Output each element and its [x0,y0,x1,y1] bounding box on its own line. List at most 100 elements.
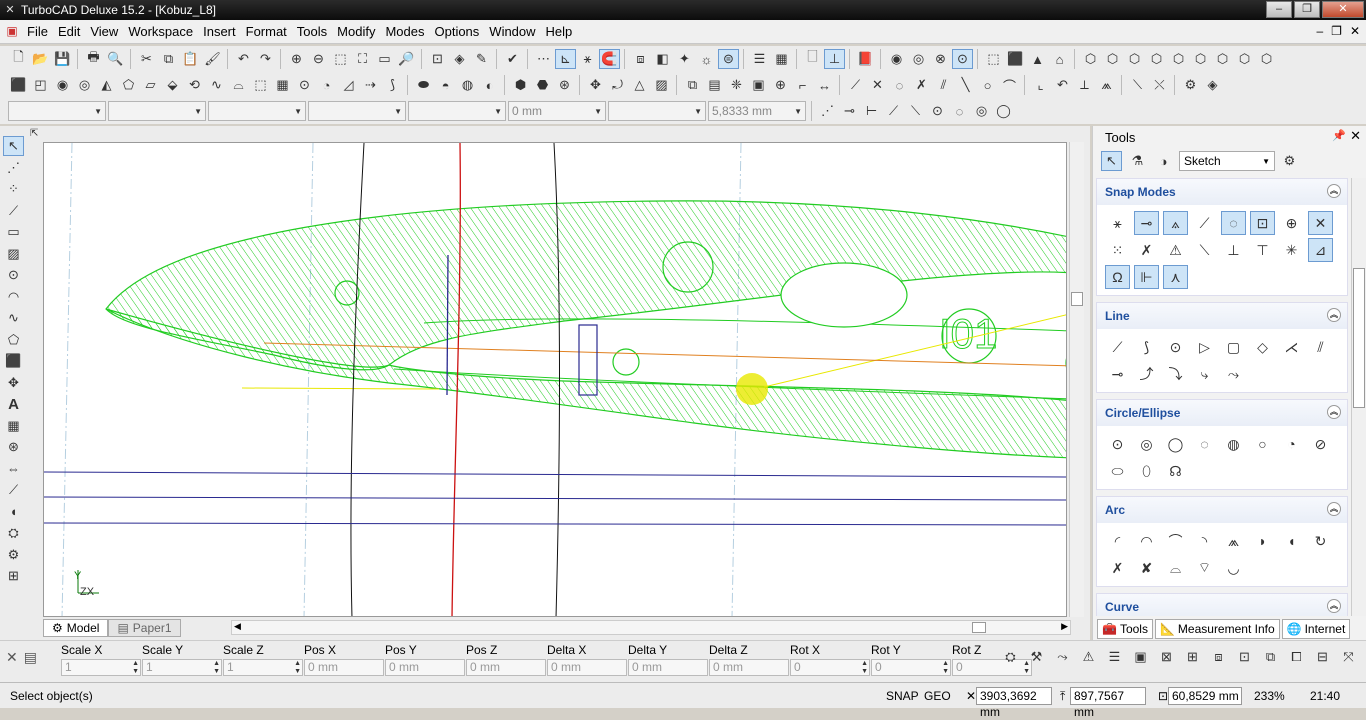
cube-icon[interactable]: ◰ [30,75,51,95]
scroll-right-icon[interactable]: ▶ [1061,621,1068,632]
measure-icon[interactable]: △ [629,75,650,95]
rotate-box-icon[interactable]: ⊡ [1234,647,1255,667]
select-icon[interactable]: ↖ [3,136,24,156]
dimension-icon[interactable]: ↔ [814,75,835,95]
redraw-icon[interactable]: ⊡ [427,49,448,69]
sweep-icon[interactable]: ∿ [206,75,227,95]
scroll-left-icon[interactable]: ◀ [234,621,241,632]
zoom-previous-icon[interactable]: ▭ [374,49,395,69]
view-iso-icon[interactable]: ⬡ [1212,49,1233,69]
minimize-button[interactable]: – [1266,1,1292,18]
text-icon[interactable]: A [3,394,24,414]
zoom-in-icon[interactable]: ⊕ [286,49,307,69]
rotated-rect-icon[interactable]: ◇ [1250,335,1275,359]
snap-middle-icon[interactable]: ⟑ [1163,211,1188,235]
array-icon[interactable]: ▤ [704,75,725,95]
collapse-icon[interactable]: ︽ [1327,599,1341,613]
palette-close-icon[interactable]: ✕ [1350,128,1361,144]
tangent-icon[interactable]: ⟂ [1074,75,1095,95]
canvas-vscroll-thumb[interactable] [1071,292,1083,306]
arc-double-icon[interactable]: ◠ [1134,529,1159,553]
workplane-world-icon[interactable]: ⌂ [1049,49,1070,69]
spin-icon[interactable]: ▲ ▼ [294,660,301,676]
pen-style-combo[interactable]: ▼ [208,101,306,121]
fill-combo[interactable]: ▼ [408,101,506,121]
dots-icon[interactable]: ⁘ [3,179,24,199]
block-icon[interactable]: ▦ [3,416,24,436]
print-preview-icon[interactable]: 🔍 [105,49,126,69]
snap-perp-icon[interactable]: ⟋ [883,101,904,121]
radial-array-icon[interactable]: ❈ [726,75,747,95]
mirror-icon[interactable]: ⌐ [792,75,813,95]
palette-globe-icon[interactable]: ◑ [1153,151,1174,171]
arc-tangent2-icon[interactable]: ◗ [1250,529,1275,553]
canvas-horizontal-scrollbar[interactable]: ◀ ▶ [231,620,1071,635]
rotate-icon[interactable]: ⤾ [607,75,628,95]
zoom-realtime-icon[interactable]: 🔎 [396,49,417,69]
layer-manager-icon[interactable]: ☰ [749,49,770,69]
ortho-icon[interactable]: ⊾ [555,49,576,69]
revolve-icon[interactable]: ⟲ [184,75,205,95]
view-right-icon[interactable]: ⬡ [1146,49,1167,69]
page-icon[interactable]: 🗌 [802,49,823,69]
cut-icon[interactable]: ✂ [136,49,157,69]
mirror-box-icon[interactable]: ⧉ [1260,647,1281,667]
view-back-icon[interactable]: ⬡ [1102,49,1123,69]
extend-icon[interactable]: ✕ [867,75,888,95]
snap-nearest-mode-icon[interactable]: ⟋ [1192,211,1217,235]
mdi-restore-button[interactable]: ❐ [1331,24,1342,38]
object-info-icon[interactable]: ⚙ [1180,75,1201,95]
collapse-icon[interactable]: ︽ [1327,184,1341,198]
prism-icon[interactable]: ⬠ [118,75,139,95]
circle-tangent-icon[interactable]: ◍ [1221,432,1246,456]
menu-file[interactable]: File [22,21,53,43]
snap-pin-icon[interactable]: ✗ [1134,238,1159,262]
circle-tool-icon[interactable]: ⊙ [3,265,24,285]
elliptical-arc-icon[interactable]: ✗ [1105,556,1130,580]
circle-tangent3-icon[interactable]: ◔ [1279,432,1304,456]
tab-measurement-info[interactable]: 📐 Measurement Info [1154,619,1280,639]
snap-tangent-icon[interactable]: ⟍ [905,101,926,121]
snap-intersect-icon[interactable]: ◎ [971,101,992,121]
layer-combo[interactable]: ▼ [8,101,106,121]
maximize-button[interactable]: ❐ [1294,1,1320,18]
snap-cross-icon[interactable]: ✕ [1308,211,1333,235]
circle-tangent-line-icon[interactable]: ⊘ [1308,432,1333,456]
snap-tangent-mode-icon[interactable]: ⟍ [1192,238,1217,262]
spin-icon[interactable]: ▲ ▼ [942,660,949,676]
snap-object-icon[interactable]: ⊩ [1134,265,1159,289]
view-top-icon[interactable]: ⬡ [1168,49,1189,69]
circle-tangent2-icon[interactable]: ○ [1250,432,1275,456]
line-icon[interactable]: ╲ [955,75,976,95]
bisector-line-icon[interactable]: ⤵ [1163,362,1188,386]
arc-tangent3-icon[interactable]: ◖ [1279,529,1304,553]
move-tool-icon[interactable]: ✥ [3,373,24,393]
canvas-hscroll-thumb[interactable] [972,622,986,633]
snap-star-icon[interactable]: ✳ [1279,238,1304,262]
close-button[interactable]: ✕ [1322,1,1364,18]
view-front-icon[interactable]: ⬡ [1080,49,1101,69]
zoom-extents-icon[interactable]: ⛶ [352,49,373,69]
rectangle-tool-icon[interactable]: ▢ [1221,335,1246,359]
print-icon[interactable]: 🖶 [83,49,104,69]
spline-icon[interactable]: ⟆ [382,75,403,95]
arc-start-end-icon[interactable]: ⩕ [1221,529,1246,553]
menu-edit[interactable]: Edit [53,21,85,43]
color-combo[interactable]: ▼ [108,101,206,121]
paste-box-icon[interactable]: ⊟ [1312,647,1333,667]
boolean-subtract-icon[interactable]: ⬣ [532,75,553,95]
view-iso2-icon[interactable]: ⬡ [1234,49,1255,69]
move-icon[interactable]: ✥ [585,75,606,95]
palette-vertical-scrollbar[interactable] [1351,178,1366,616]
mdi-minimize-button[interactable]: – [1316,24,1323,38]
canvas-vertical-scrollbar[interactable] [1069,142,1084,617]
arc-tangent-icon[interactable]: ◝ [1192,529,1217,553]
spin-icon[interactable]: ▲ ▼ [132,660,139,676]
snap-dots-icon[interactable]: ⁙ [1105,238,1130,262]
wedge-icon[interactable]: ◭ [96,75,117,95]
arc-fillet-icon[interactable]: ↻ [1308,529,1333,553]
snap-angle-icon[interactable]: ⊿ [1308,238,1333,262]
camera-icon[interactable]: ✦ [674,49,695,69]
ellipse-icon[interactable]: ⬭ [1105,459,1130,483]
spellcheck-icon[interactable]: ✔ [502,49,523,69]
